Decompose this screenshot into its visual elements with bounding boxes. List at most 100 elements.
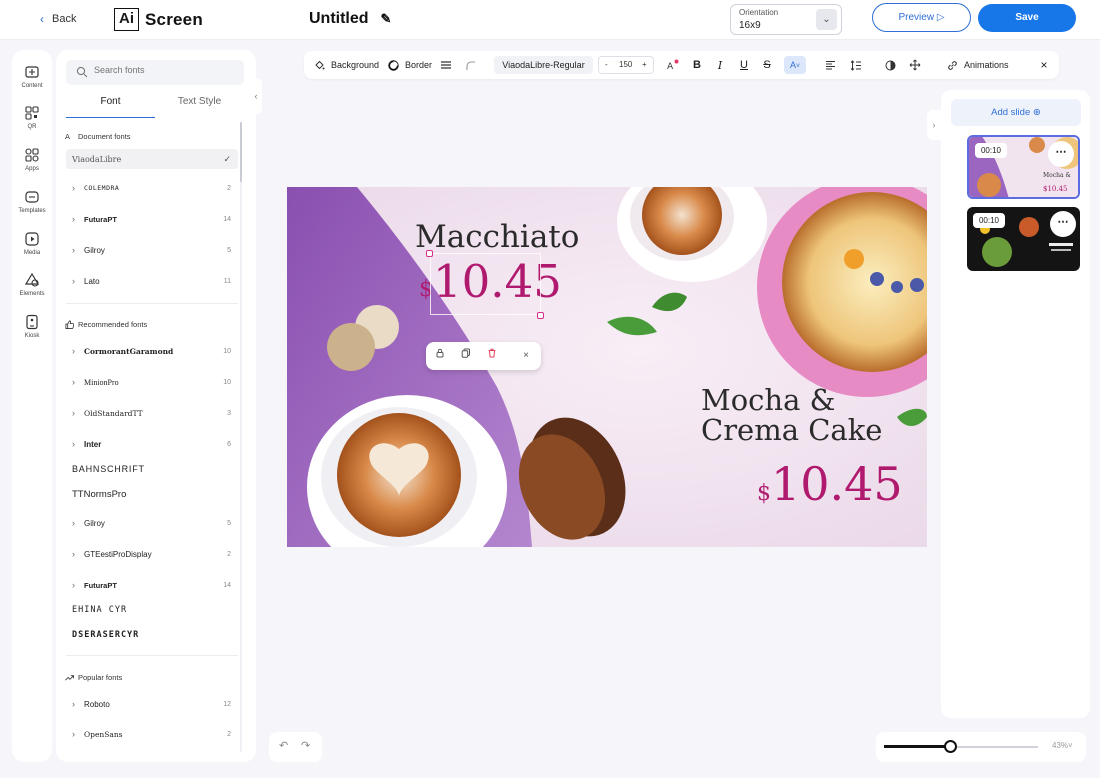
tab-text-style[interactable]: Text Style [155, 94, 244, 118]
rail-item-content[interactable]: Content [12, 64, 52, 89]
font-item[interactable]: › Gilroy 5 [66, 513, 238, 533]
font-item[interactable]: › FuturaPT 14 [66, 575, 238, 595]
font-item[interactable]: › CormorantGaramond 10 [66, 341, 238, 361]
italic-button[interactable]: I [711, 51, 729, 79]
trash-icon[interactable] [484, 348, 500, 364]
font-item[interactable]: › Lato 11 [66, 271, 238, 291]
tab-font[interactable]: Font [66, 94, 155, 118]
rail-label: Content [21, 83, 43, 89]
rail-item-templates[interactable]: Templates [12, 189, 52, 214]
font-item[interactable]: › GTEestiProDisplay 2 [66, 544, 238, 564]
font-item[interactable]: › OldStandardTT 3 [66, 403, 238, 423]
font-item[interactable]: ViaodaLibre ✓ [66, 149, 238, 169]
font-item[interactable]: EHINA CYR [66, 600, 238, 620]
close-toolbar-button[interactable]: × [1035, 51, 1053, 79]
zoom-slider-handle[interactable] [943, 740, 957, 753]
font-item[interactable]: TTNormsPro [66, 484, 238, 504]
text-color-icon[interactable]: A [664, 51, 682, 79]
scrollbar-track[interactable] [240, 122, 242, 752]
rail-item-apps[interactable]: Apps [12, 147, 52, 172]
line-height-icon[interactable] [847, 51, 865, 79]
search-input[interactable] [94, 65, 234, 75]
border-icon [388, 59, 399, 71]
font-item[interactable]: DSERASERCYR [66, 625, 238, 645]
more-options-icon[interactable]: ⋯ [1050, 211, 1076, 237]
font-search[interactable] [66, 60, 244, 85]
font-family-select[interactable]: ViaodaLibre-Regular [494, 56, 593, 74]
lock-icon[interactable] [432, 348, 448, 364]
line-weight-icon[interactable] [437, 51, 455, 79]
canvas-title-macchiato[interactable]: Macchiato [415, 219, 579, 255]
font-item[interactable]: › FuturaPT 14 [66, 209, 238, 229]
text-effect-button[interactable]: A˅ [784, 56, 806, 74]
orientation-select[interactable]: Orientation 16x9 ⌄ [730, 4, 842, 35]
chevron-right-icon: › [72, 549, 75, 559]
align-left-icon[interactable] [821, 51, 839, 79]
minus-button[interactable]: - [605, 60, 608, 69]
font-count: 10 [223, 347, 231, 355]
underline-button[interactable]: U [735, 51, 753, 79]
qr-icon [25, 106, 39, 120]
border-button[interactable]: Border [388, 51, 432, 79]
font-item[interactable]: › Roboto 12 [66, 694, 238, 714]
background-label: Background [331, 60, 380, 70]
section-title: Recommended fonts [78, 320, 148, 329]
recommended-fonts-heading: Recommended fonts [65, 320, 147, 329]
font-size-value[interactable]: 150 [619, 60, 632, 69]
collapse-slides-button[interactable]: › [927, 110, 941, 140]
font-item[interactable]: › Gilroy 5 [66, 240, 238, 260]
undo-icon[interactable]: ↶ [279, 739, 288, 752]
animations-button[interactable]: Animations [947, 51, 1009, 79]
background-button[interactable]: Background [314, 51, 379, 79]
text-toolbar: Background Border ViaodaLibre-Regular - … [304, 51, 1059, 79]
corner-radius-icon[interactable] [461, 51, 479, 79]
collapse-panel-button[interactable]: ‹ [250, 78, 262, 114]
preview-button[interactable]: Preview ▷ [872, 3, 971, 32]
scrollbar-thumb[interactable] [240, 122, 242, 182]
font-name: EHINA CYR [72, 605, 128, 615]
rail-item-elements[interactable]: Elements [12, 272, 52, 297]
rail-item-kiosk[interactable]: Kiosk [12, 314, 52, 339]
opacity-icon[interactable] [881, 51, 899, 79]
font-name: DSERASERCYR [72, 630, 140, 640]
more-options-icon[interactable]: ⋯ [1048, 141, 1074, 167]
slide-thumbnail[interactable]: Mocha & $10.45 00:10 ⋯ [967, 135, 1080, 199]
slide-duration[interactable]: 00:10 [975, 143, 1007, 158]
pencil-icon[interactable]: ✎ [381, 11, 392, 27]
font-size-stepper[interactable]: - 150 + [598, 56, 654, 74]
rail-item-media[interactable]: Media [12, 231, 52, 256]
slide-canvas[interactable]: Macchiato $10.45 Mocha & Crema Cake $10.… [287, 187, 927, 547]
chevron-down-icon[interactable]: ⌄ [816, 9, 837, 30]
slide-thumbnail[interactable]: 00:10 ⋯ [967, 207, 1080, 271]
strikethrough-button[interactable]: S [758, 51, 776, 79]
font-name: COLEMDRA [84, 184, 120, 192]
document-title[interactable]: Untitled ✎ [309, 10, 391, 28]
rail-item-qr[interactable]: QR [12, 105, 52, 130]
redo-icon[interactable]: ↷ [301, 739, 310, 752]
chevron-right-icon: › [72, 439, 75, 449]
move-icon[interactable] [906, 51, 924, 79]
font-item[interactable]: › MinionPro 10 [66, 372, 238, 392]
thumbs-up-icon [65, 320, 74, 329]
font-item[interactable]: › OpenSans 2 [66, 724, 238, 744]
bold-button[interactable]: B [688, 51, 706, 79]
font-item[interactable]: BAHNSCHRIFT [66, 459, 238, 479]
font-item[interactable]: › Inter 6 [66, 434, 238, 454]
plus-button[interactable]: + [642, 60, 647, 69]
add-slide-button[interactable]: Add slide ⊕ [951, 99, 1081, 126]
resize-handle[interactable] [426, 250, 433, 257]
font-item[interactable]: › COLEMDRA 2 [66, 178, 238, 198]
check-icon: ✓ [223, 153, 231, 164]
canvas-title-mocha-line1[interactable]: Mocha & [701, 385, 835, 415]
canvas-price-mocha[interactable]: $10.45 [757, 457, 903, 511]
resize-handle[interactable] [537, 312, 544, 319]
back-button[interactable]: ‹ Back [40, 12, 76, 26]
zoom-value[interactable]: 43%˅ [1052, 741, 1073, 750]
close-icon[interactable]: × [518, 348, 534, 364]
logo-mark: Ai [114, 8, 139, 31]
canvas-title-mocha-line2[interactable]: Crema Cake [701, 415, 882, 445]
slide-duration[interactable]: 00:10 [973, 213, 1005, 228]
duplicate-icon[interactable] [458, 348, 474, 364]
save-button[interactable]: Save [978, 4, 1076, 32]
section-title: Popular fonts [78, 673, 123, 682]
